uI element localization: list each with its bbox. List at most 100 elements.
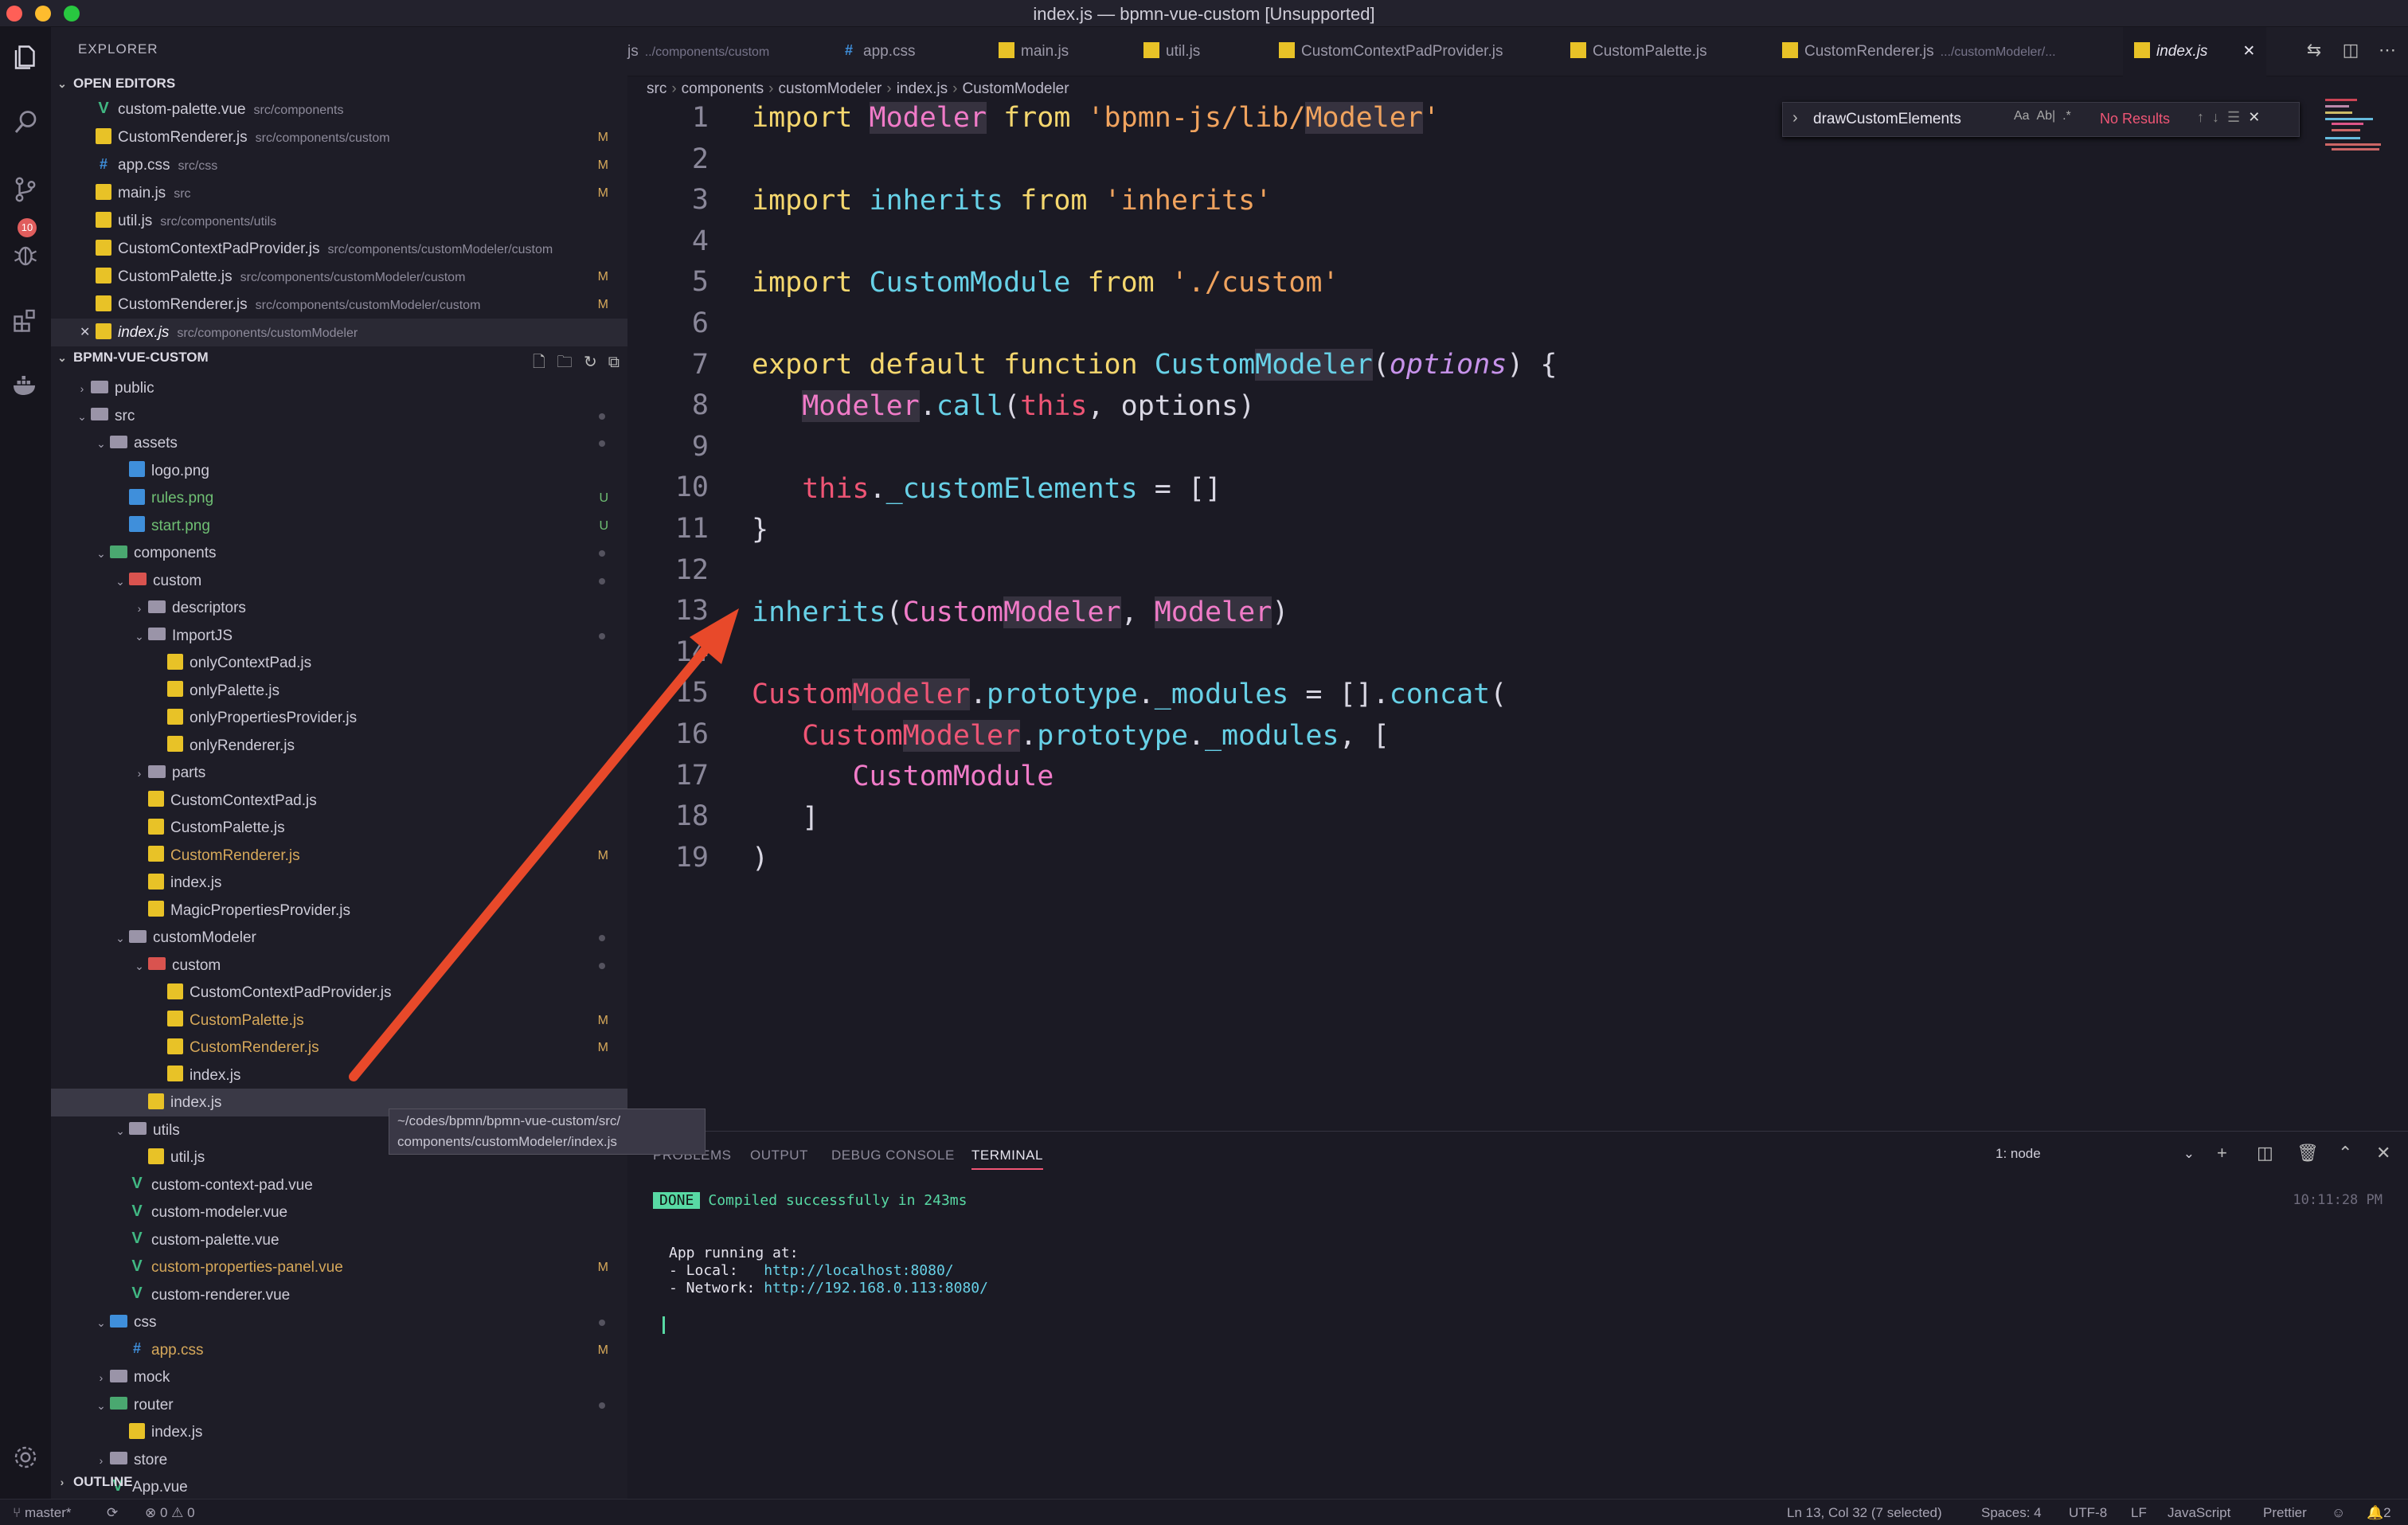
breadcrumb-item[interactable]: CustomModeler <box>962 80 1069 97</box>
trash-icon[interactable]: 🗑 <box>2297 1143 2319 1163</box>
open-editors-header[interactable]: ⌄ OPEN EDITORS <box>51 72 627 96</box>
notifications-bell-icon[interactable]: 🔔2 <box>2367 1500 2391 1525</box>
tab-app-css[interactable]: # app.css <box>841 27 916 76</box>
match-word-icon[interactable]: Ab| <box>2036 109 2055 123</box>
open-editor-item[interactable]: Vcustom-palette.vue src/components <box>51 96 627 123</box>
tree-item-js[interactable]: index.js <box>51 1062 627 1089</box>
new-file-icon[interactable]: 🗋 <box>533 350 545 377</box>
tab-terminal[interactable]: TERMINAL <box>971 1148 1043 1170</box>
tree-item-folder[interactable]: ⌄ router <box>51 1391 627 1419</box>
line-ending[interactable]: LF <box>2131 1500 2147 1525</box>
chevron-right-icon[interactable]: › <box>1792 109 1798 127</box>
tree-item-css[interactable]: # app.css M <box>51 1336 627 1364</box>
open-editor-item[interactable]: # app.css src/css M <box>51 151 627 179</box>
refresh-icon[interactable]: ↻ <box>584 352 597 372</box>
local-url-link[interactable]: http://localhost:8080/ <box>764 1262 953 1279</box>
docker-icon[interactable] <box>11 371 40 400</box>
tree-item-png[interactable]: logo.png <box>51 457 627 485</box>
open-editor-item[interactable]: CustomRenderer.js src/components/custom M <box>51 123 627 151</box>
tree-item-vue[interactable]: Vcustom-modeler.vue <box>51 1198 627 1226</box>
open-editor-item[interactable]: main.js src M <box>51 179 627 207</box>
formatter[interactable]: Prettier <box>2263 1500 2307 1525</box>
sync-icon[interactable]: ⟳ <box>107 1500 118 1525</box>
tree-item-folder[interactable]: ⌄ ImportJS <box>51 622 627 650</box>
tree-item-folder[interactable]: ⌄ customModeler <box>51 924 627 952</box>
tab-js[interactable]: js ../components/custom <box>627 27 769 76</box>
tree-item-js[interactable]: CustomPalette.js <box>51 814 627 842</box>
outline-header[interactable]: › OUTLINE <box>51 1470 627 1494</box>
network-url-link[interactable]: http://192.168.0.113:8080/ <box>764 1280 988 1296</box>
tab-debug-console[interactable]: DEBUG CONSOLE <box>831 1148 955 1163</box>
tree-item-js[interactable]: onlyPropertiesProvider.js <box>51 704 627 732</box>
open-editor-item[interactable]: util.js src/components/utils <box>51 207 627 235</box>
tree-item-js[interactable]: onlyRenderer.js <box>51 732 627 760</box>
find-in-selection-icon[interactable]: ☰ <box>2227 109 2240 125</box>
tree-item-js[interactable]: CustomContextPad.js <box>51 787 627 815</box>
open-editor-item[interactable]: CustomRenderer.js src/components/customMo… <box>51 291 627 319</box>
debug-icon[interactable] <box>11 240 40 269</box>
open-editor-item[interactable]: CustomPalette.js src/components/customMod… <box>51 263 627 291</box>
breadcrumb-item[interactable]: src <box>647 80 666 97</box>
open-editor-item[interactable]: ✕ index.js src/components/customModeler <box>51 319 627 346</box>
tree-item-js[interactable]: MagicPropertiesProvider.js <box>51 897 627 925</box>
arrow-up-icon[interactable]: ↑ <box>2197 109 2204 125</box>
more-actions-icon[interactable]: ⋯ <box>2376 40 2398 62</box>
tree-item-js[interactable]: onlyPalette.js <box>51 677 627 705</box>
tab-customcontextpadprovider-js[interactable]: CustomContextPadProvider.js <box>1279 27 1503 76</box>
tree-item-js[interactable]: CustomPalette.js M <box>51 1007 627 1034</box>
tree-item-vue[interactable]: Vcustom-palette.vue <box>51 1226 627 1254</box>
tree-item-js[interactable]: CustomRenderer.js M <box>51 1034 627 1062</box>
regex-icon[interactable]: .* <box>2062 109 2071 123</box>
open-editor-item[interactable]: CustomContextPadProvider.js src/component… <box>51 235 627 263</box>
tab-custompalette-js[interactable]: CustomPalette.js <box>1570 27 1707 76</box>
tree-item-folder[interactable]: › parts <box>51 759 627 787</box>
tree-item-folder[interactable]: › mock <box>51 1363 627 1391</box>
breadcrumb-item[interactable]: index.js <box>897 80 948 97</box>
tree-item-folder[interactable]: ⌄ custom <box>51 567 627 595</box>
problems-indicator[interactable]: ⊗ 0 ⚠ 0 <box>145 1500 195 1525</box>
tree-item-js[interactable]: CustomContextPadProvider.js <box>51 979 627 1007</box>
split-editor-icon[interactable]: ◫ <box>2340 40 2362 62</box>
branch-indicator[interactable]: ⑂ master* <box>13 1500 72 1525</box>
extensions-icon[interactable] <box>11 306 40 334</box>
tree-item-js[interactable]: CustomRenderer.js M <box>51 842 627 870</box>
tree-item-folder[interactable]: ⌄ src <box>51 402 627 430</box>
tree-item-folder[interactable]: ⌄ css <box>51 1308 627 1336</box>
language-mode[interactable]: JavaScript <box>2168 1500 2230 1525</box>
tree-item-folder[interactable]: ⌄ assets <box>51 429 627 457</box>
encoding[interactable]: UTF-8 <box>2069 1500 2107 1525</box>
feedback-icon[interactable]: ☺ <box>2332 1500 2345 1525</box>
code-editor[interactable]: 1 2 3 4 5 6 7 8 9 10 11 12 13 14 15 16 17 18 19 import Mod… <box>627 102 2408 1131</box>
tree-item-png[interactable]: rules.png U <box>51 484 627 512</box>
tree-item-png[interactable]: start.png U <box>51 512 627 540</box>
settings-gear-icon[interactable] <box>11 1443 40 1472</box>
new-folder-icon[interactable]: 🗀 <box>557 350 573 377</box>
tree-item-folder[interactable]: › descriptors <box>51 594 627 622</box>
tab-index-js[interactable]: index.js ✕ <box>2123 27 2267 76</box>
tab-output[interactable]: OUTPUT <box>750 1148 808 1163</box>
chevron-up-icon[interactable]: ⌃ <box>2338 1143 2352 1163</box>
tree-item-vue[interactable]: Vcustom-renderer.vue <box>51 1281 627 1309</box>
tab-main-js[interactable]: main.js <box>999 27 1069 76</box>
tree-item-vue[interactable]: Vcustom-context-pad.vue <box>51 1171 627 1199</box>
collapse-all-icon[interactable]: ⧉ <box>608 354 620 372</box>
source-control-icon[interactable] <box>11 175 40 204</box>
close-panel-icon[interactable]: ✕ <box>2376 1143 2390 1163</box>
tree-item-vue[interactable]: Vcustom-properties-panel.vue M <box>51 1253 627 1281</box>
compare-changes-icon[interactable]: ⇆ <box>2303 40 2325 62</box>
add-terminal-icon[interactable]: + <box>2217 1143 2227 1163</box>
tree-item-js[interactable]: onlyContextPad.js <box>51 649 627 677</box>
tree-item-js[interactable]: index.js <box>51 1418 627 1446</box>
indentation[interactable]: Spaces: 4 <box>1981 1500 2042 1525</box>
tree-item-folder[interactable]: › public <box>51 374 627 402</box>
match-case-icon[interactable]: Aa <box>2014 109 2030 123</box>
explorer-icon[interactable] <box>11 43 40 72</box>
cursor-position[interactable]: Ln 13, Col 32 (7 selected) <box>1787 1500 1942 1525</box>
breadcrumb-item[interactable]: components <box>682 80 764 97</box>
arrow-down-icon[interactable]: ↓ <box>2212 109 2219 125</box>
close-icon[interactable]: ✕ <box>2248 109 2260 125</box>
tab-customrenderer-js[interactable]: CustomRenderer.js .../customModeler/... <box>1782 27 2056 76</box>
tab-util-js[interactable]: util.js <box>1143 27 1200 76</box>
tree-item-folder[interactable]: ⌄ components <box>51 539 627 567</box>
tree-item-js[interactable]: index.js <box>51 869 627 897</box>
